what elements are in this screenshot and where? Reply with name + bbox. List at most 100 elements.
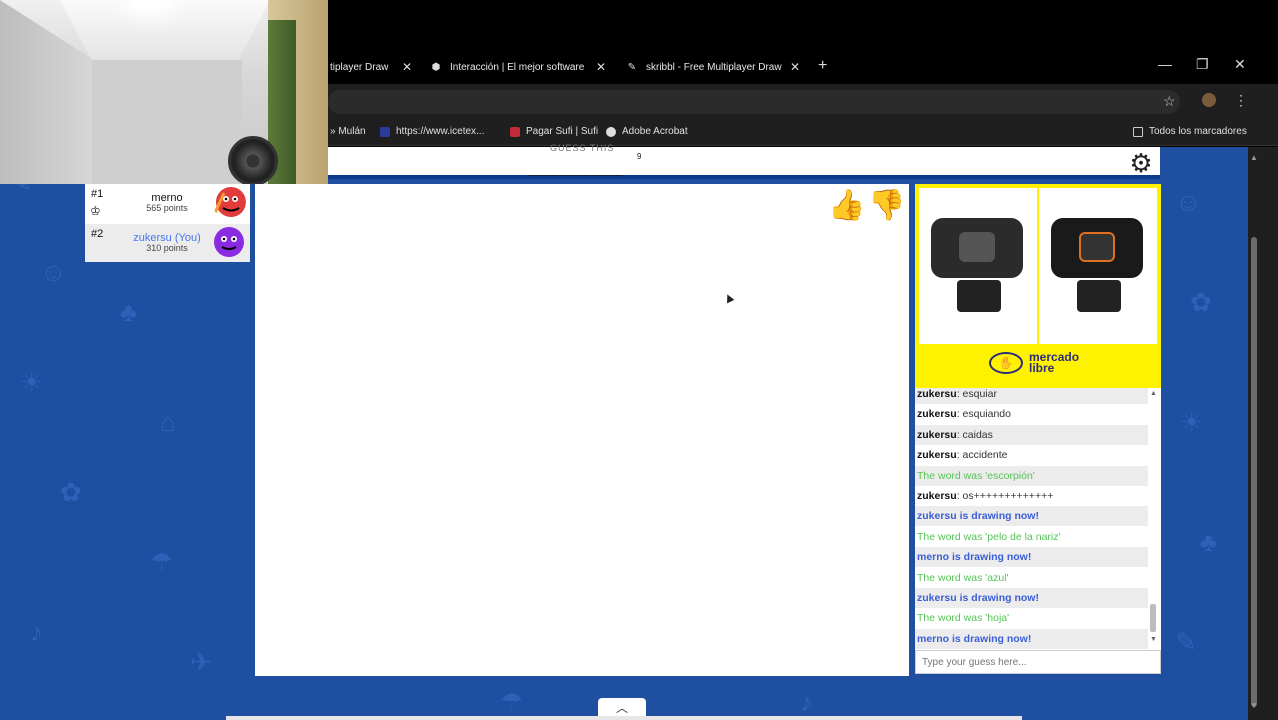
settings-gear-icon[interactable]: ⚙ (1126, 148, 1156, 178)
scrollbar-thumb[interactable] (1251, 237, 1257, 707)
tab-label: tiplayer Draw (330, 61, 389, 73)
thumbs-up-icon[interactable]: 👍 (828, 188, 865, 224)
doodle-icon: ☺ (40, 257, 67, 287)
scroll-up-icon[interactable]: ▲ (1250, 153, 1258, 162)
doodle-icon: ⌂ (160, 407, 176, 437)
bookmark-label: » Mulán (330, 126, 366, 137)
bookmark-mulan[interactable]: » Mulán (330, 126, 366, 137)
doodle-icon: ✎ (1175, 627, 1197, 657)
player-rank: #2 (91, 228, 104, 240)
crown-icon: ♔ (90, 204, 101, 218)
bookmark-adobe[interactable]: Adobe Acrobat (606, 126, 688, 137)
scroll-down-icon[interactable]: ▼ (1150, 636, 1157, 643)
chat-system-text: zukersu is drawing now! (917, 592, 1039, 604)
minimize-icon[interactable]: — (1158, 56, 1172, 72)
bookmark-label: Adobe Acrobat (622, 126, 688, 137)
handshake-icon: ✋ (989, 352, 1023, 374)
doodle-icon: ✿ (1190, 287, 1212, 317)
chat-message: zukersu: caidas (915, 424, 1148, 445)
folder-icon (1133, 126, 1143, 137)
webcam-overlay (0, 0, 328, 184)
doodle-icon: ♣ (120, 297, 138, 327)
restore-icon[interactable]: ❐ (1196, 56, 1209, 73)
doodle-icon: ♪ (800, 687, 813, 717)
fan-icon (228, 136, 278, 184)
webcam-product-image (1039, 188, 1157, 344)
doodle-icon: ♣ (1200, 527, 1218, 557)
address-bar[interactable] (328, 90, 1180, 114)
player-rank: #1 (91, 188, 104, 200)
chat-text: caidas (962, 428, 993, 441)
chat-message: zukersu is drawing now! (915, 588, 1148, 608)
player-points: 565 points (146, 203, 188, 213)
tab-close-icon[interactable]: ✕ (790, 60, 800, 74)
doodle-icon: ☀ (1180, 407, 1204, 437)
chat-sender: zukersu (917, 449, 957, 462)
tab-skribbl-1[interactable]: tiplayer Draw ✕ (330, 55, 414, 79)
thumbs-down-icon[interactable]: 👎 (868, 188, 905, 224)
chat-system-text: The word was 'pelo de la nariz' (917, 530, 1061, 543)
tab-skribbl-2[interactable]: ✎ skribbl - Free Multiplayer Draw ✕ (626, 55, 804, 79)
chat-message: merno is drawing now! (915, 628, 1148, 649)
chat-message: zukersu: esquiar (915, 388, 1148, 404)
player-avatar (214, 227, 244, 257)
drawing-canvas[interactable] (255, 184, 909, 676)
scroll-up-icon[interactable]: ▲ (1150, 390, 1157, 397)
chat-scrollbar[interactable]: ▲ ▼ (1149, 388, 1157, 650)
chat-sender: zukersu (917, 490, 957, 502)
tab-interaccion[interactable]: ⬢ Interacción | El mejor software ✕ (430, 55, 610, 79)
word-hint-bar: GUESS THIS 9 _________ ⚙ (328, 143, 1160, 179)
chat-system-text: zukersu is drawing now! (917, 510, 1039, 523)
bookmark-label: Pagar Sufi | Sufi (526, 126, 599, 137)
expand-up-icon[interactable]: ︿ (598, 698, 646, 716)
chat-text: accidente (962, 449, 1008, 462)
bank-icon (510, 126, 520, 137)
chat-message: merno is drawing now! (915, 547, 1148, 568)
tab-close-icon[interactable]: ✕ (402, 60, 412, 74)
globe-icon (606, 126, 616, 137)
chat-scrollbar-thumb[interactable] (1150, 604, 1156, 632)
chat-sender: zukersu (917, 388, 957, 400)
bookmark-sufi[interactable]: Pagar Sufi | Sufi (510, 126, 598, 137)
chat-text: esquiar (962, 388, 997, 400)
player-row[interactable]: #2 zukersu (You) 310 points (85, 224, 250, 262)
player-list: #1 ♔ merno 565 points #2 zukersu (You) 3… (85, 184, 250, 262)
chat-message: zukersu: accidente (917, 449, 1008, 462)
chat-system-text: The word was 'escorpión' (917, 469, 1035, 482)
word-length: 9 (637, 152, 642, 161)
chat-system-text: merno is drawing now! (917, 551, 1032, 564)
chat-message: The word was 'escorpión' (915, 465, 1148, 486)
bottom-bar (226, 716, 1022, 720)
close-window-icon[interactable]: ✕ (1234, 56, 1246, 73)
tab-close-icon[interactable]: ✕ (596, 60, 606, 74)
all-bookmarks[interactable]: Todos los marcadores (1133, 126, 1247, 137)
shield-icon: ⬢ (431, 61, 441, 73)
doodle-icon: ♪ (30, 617, 43, 647)
skribbl-icon: ✎ (627, 61, 637, 73)
chat-message: The word was 'azul' (915, 568, 1148, 588)
chat-sender: zukersu (917, 428, 957, 441)
scroll-down-icon[interactable]: ▼ (1250, 701, 1258, 710)
bookmark-icetex[interactable]: https://www.icetex... (380, 126, 484, 137)
chat-message: zukersu: esquiando (917, 408, 1011, 421)
guess-input[interactable] (915, 650, 1161, 674)
doodle-icon: ✈ (190, 647, 212, 677)
chat-system-text: merno is drawing now! (917, 632, 1032, 645)
chat-message: zukersu: os+++++++++++++ (917, 490, 1054, 502)
ad-brand-line2: libre (1029, 361, 1055, 375)
player-row[interactable]: #1 ♔ merno 565 points (85, 184, 250, 222)
tab-label: skribbl - Free Multiplayer Draw (646, 61, 782, 73)
icetex-icon (380, 126, 390, 137)
profile-avatar-icon[interactable] (1202, 93, 1216, 107)
new-tab-button[interactable]: + (818, 57, 827, 75)
menu-dots-icon[interactable]: ⋮ (1234, 92, 1248, 109)
webcam-product-image (919, 188, 1037, 344)
star-icon[interactable]: ☆ (1163, 93, 1176, 110)
advertisement[interactable]: ✋ mercado libre (915, 184, 1161, 388)
page-scrollbar[interactable]: ▲ ▼ (1248, 147, 1278, 720)
chat-sender: zukersu (917, 408, 957, 421)
player-avatar (212, 187, 246, 217)
mercadolibre-logo: ✋ mercado libre (989, 351, 1079, 375)
chat-message: The word was 'pelo de la nariz' (915, 527, 1148, 547)
chat-message: zukersu is drawing now! (915, 506, 1148, 527)
